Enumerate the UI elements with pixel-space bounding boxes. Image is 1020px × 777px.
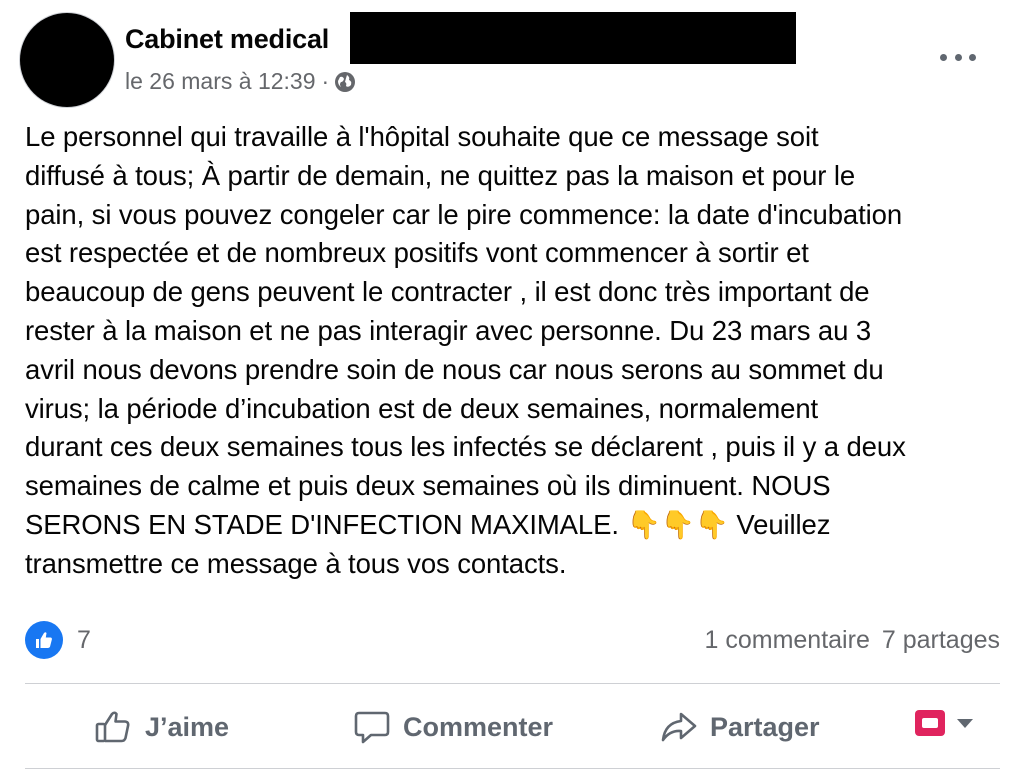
divider — [25, 768, 1000, 769]
share-button[interactable]: Partager — [660, 710, 820, 744]
divider — [25, 683, 1000, 684]
dot-icon — [969, 53, 976, 61]
comment-bubble-icon — [354, 711, 390, 744]
author-name[interactable]: Cabinet medical — [125, 24, 329, 55]
page-avatar-icon — [915, 710, 945, 736]
action-bar: J’aime Commenter Partager — [25, 688, 1000, 766]
audience-selector[interactable] — [915, 710, 973, 736]
more-options-button[interactable] — [940, 42, 976, 72]
like-label: J’aime — [145, 711, 230, 742]
share-arrow-icon — [661, 712, 697, 742]
comment-button[interactable]: Commenter — [353, 709, 553, 745]
dot-icon — [940, 53, 947, 61]
reactions-row: 7 1 commentaire 7 partages — [25, 620, 1000, 660]
meta-separator: · — [321, 68, 330, 94]
post-meta: le 26 mars à 12:39 · — [125, 68, 356, 95]
shares-count[interactable]: 7 partages — [882, 626, 1000, 655]
share-label: Partager — [710, 711, 820, 742]
post-stats: 1 commentaire 7 partages — [705, 626, 1001, 655]
globe-icon — [334, 71, 356, 93]
post-text: Le personnel qui travaille à l'hôpital s… — [25, 121, 906, 579]
reaction-count[interactable]: 7 — [77, 626, 91, 655]
comment-label: Commenter — [403, 711, 554, 742]
like-icon[interactable] — [25, 621, 63, 659]
redaction-bar — [350, 12, 796, 64]
like-button[interactable]: J’aime — [95, 710, 229, 744]
author-avatar[interactable] — [20, 13, 114, 107]
caret-down-icon — [957, 718, 973, 728]
post-timestamp[interactable]: le 26 mars à 12:39 — [125, 68, 316, 95]
comments-count[interactable]: 1 commentaire — [705, 626, 870, 655]
thumbs-up-icon — [95, 711, 130, 743]
dot-icon — [954, 53, 962, 61]
